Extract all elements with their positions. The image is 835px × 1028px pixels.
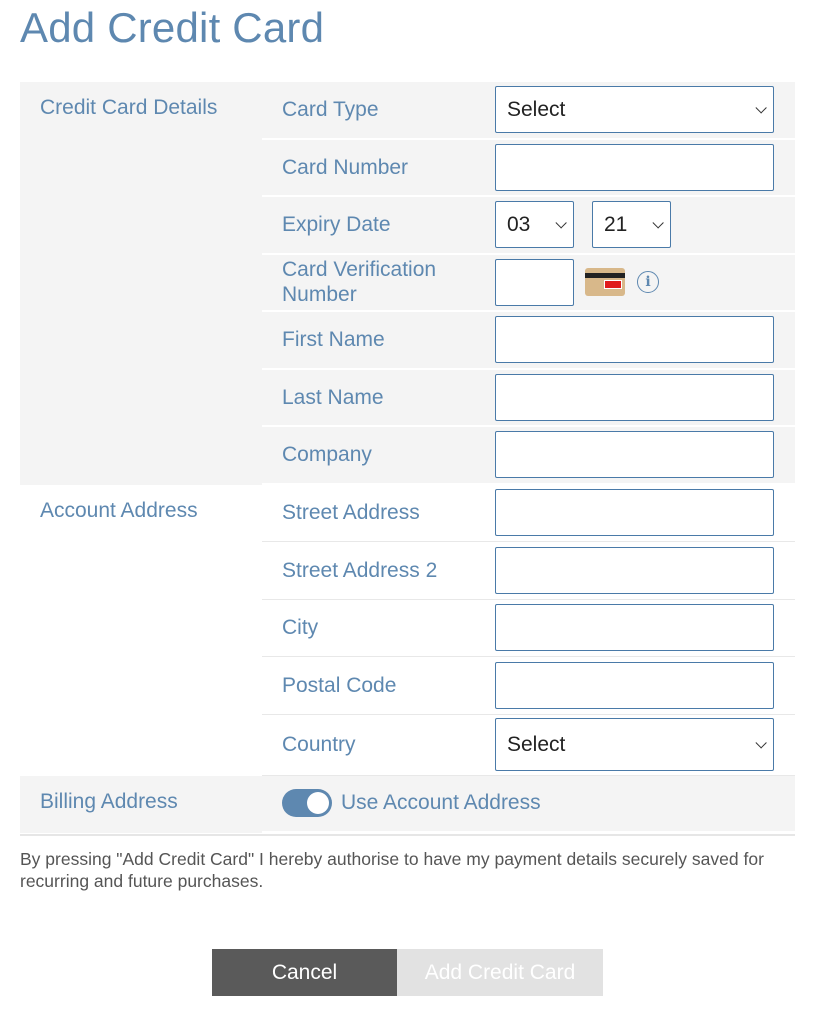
- form-actions: Cancel Add Credit Card: [212, 949, 603, 996]
- country-row: Country Select: [262, 715, 795, 776]
- section-label-credit-card-details: Credit Card Details: [20, 82, 262, 485]
- cvv-label-line2: Number: [282, 283, 357, 307]
- city-row: City: [262, 600, 795, 657]
- first-name-label: First Name: [282, 328, 385, 352]
- credit-card-back-icon: [585, 268, 625, 297]
- last-name-label: Last Name: [282, 385, 384, 409]
- postal-code-input[interactable]: [495, 661, 774, 709]
- chevron-down-icon: [555, 216, 567, 229]
- country-select[interactable]: Select: [495, 718, 774, 771]
- add-credit-card-button[interactable]: Add Credit Card: [397, 949, 603, 996]
- account-address-section: Account Address Street Address Street Ad…: [20, 485, 795, 776]
- cvv-input[interactable]: [495, 258, 574, 306]
- credit-card-details-section: Credit Card Details Card Type Select Car…: [20, 82, 795, 485]
- country-select-value: Select: [507, 732, 566, 756]
- street-address-2-input[interactable]: [495, 546, 774, 594]
- card-type-select-value: Select: [507, 97, 566, 121]
- street-address-input[interactable]: [495, 489, 774, 537]
- use-account-address-toggle[interactable]: [282, 789, 332, 817]
- cancel-button[interactable]: Cancel: [212, 949, 397, 996]
- street-address-2-field: [495, 546, 795, 594]
- cvv-field: i: [495, 258, 795, 306]
- company-label: Company: [282, 443, 372, 467]
- card-number-input[interactable]: [495, 143, 774, 191]
- company-field: [495, 431, 795, 479]
- card-type-select[interactable]: Select: [495, 86, 774, 134]
- expiry-date-field: 03 21: [495, 201, 795, 249]
- card-number-label: Card Number: [282, 155, 409, 179]
- expiry-year-value: 21: [604, 212, 628, 236]
- use-account-address-label[interactable]: Use Account Address: [341, 791, 541, 815]
- use-account-address-row: Use Account Address: [262, 775, 795, 833]
- first-name-field: [495, 316, 795, 364]
- city-label: City: [282, 616, 319, 640]
- expiry-month-select[interactable]: 03: [495, 201, 574, 249]
- account-address-rows: Street Address Street Address 2 City Pos…: [262, 485, 795, 776]
- postal-code-row: Postal Code: [262, 657, 795, 715]
- last-name-field: [495, 373, 795, 421]
- expiry-month-value: 03: [507, 212, 531, 236]
- card-type-label: Card Type: [282, 98, 379, 122]
- credit-card-form: Credit Card Details Card Type Select Car…: [20, 82, 795, 833]
- credit-card-rows: Card Type Select Card Number Expiry Date…: [262, 82, 795, 485]
- toggle-knob: [307, 792, 329, 814]
- authorisation-notice: By pressing "Add Credit Card" I hereby a…: [20, 849, 764, 891]
- street-address-row: Street Address: [262, 485, 795, 542]
- card-number-row: Card Number: [262, 139, 795, 197]
- info-icon[interactable]: i: [637, 271, 659, 294]
- company-input[interactable]: [495, 431, 774, 479]
- chevron-down-icon: [755, 101, 767, 114]
- add-credit-card-page: Add Credit Card Credit Card Details Card…: [0, 0, 835, 1028]
- expiry-date-label: Expiry Date: [282, 213, 391, 237]
- first-name-input[interactable]: [495, 316, 774, 364]
- last-name-row: Last Name: [262, 369, 795, 427]
- city-field: [495, 604, 795, 652]
- billing-address-section: Billing Address Use Account Address: [20, 775, 795, 833]
- section-label-account-address: Account Address: [40, 498, 198, 522]
- expiry-date-row: Expiry Date 03 21: [262, 197, 795, 255]
- country-field: Select: [495, 718, 795, 771]
- billing-address-rows: Use Account Address: [262, 775, 795, 833]
- cvv-row: Card Verification Number i: [262, 254, 795, 312]
- divider: [20, 834, 795, 836]
- street-address-2-row: Street Address 2: [262, 542, 795, 600]
- country-label: Country: [282, 733, 356, 756]
- section-label-billing-address: Billing Address: [20, 775, 262, 833]
- street-address-field: [495, 489, 795, 537]
- cvv-label-line1: Card Verification: [282, 258, 437, 282]
- chevron-down-icon: [755, 736, 767, 749]
- postal-code-label: Postal Code: [282, 673, 397, 697]
- first-name-row: First Name: [262, 312, 795, 370]
- chevron-down-icon: [652, 216, 664, 229]
- street-address-2-label: Street Address 2: [282, 558, 438, 582]
- cvv-label: Card Verification Number: [262, 257, 495, 307]
- card-type-field: Select: [495, 86, 795, 134]
- city-input[interactable]: [495, 604, 774, 652]
- company-row: Company: [262, 427, 795, 485]
- street-address-label: Street Address: [282, 501, 420, 525]
- card-type-row: Card Type Select: [262, 82, 795, 140]
- card-number-field: [495, 143, 795, 191]
- postal-code-field: [495, 661, 795, 709]
- last-name-input[interactable]: [495, 373, 774, 421]
- page-title: Add Credit Card: [20, 4, 325, 51]
- expiry-year-select[interactable]: 21: [592, 201, 671, 249]
